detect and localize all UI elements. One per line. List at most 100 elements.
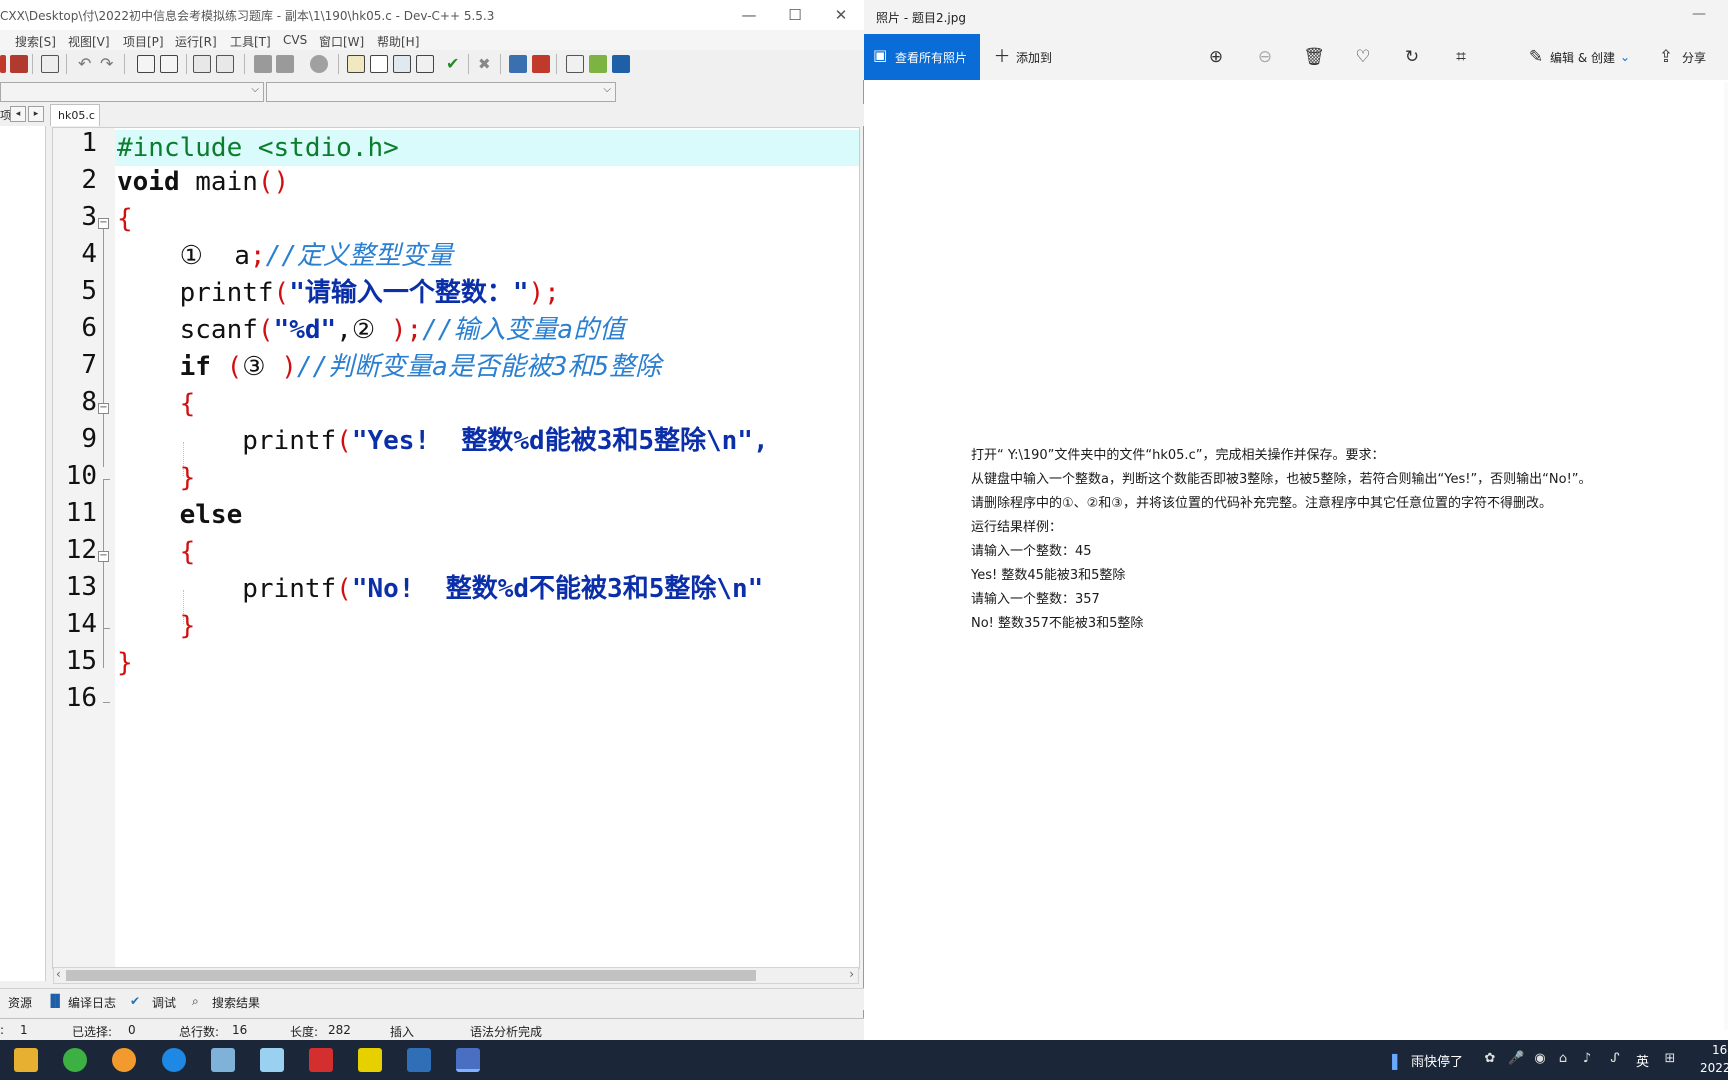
clean-icon[interactable]: ✖: [478, 55, 496, 73]
member-combo[interactable]: ⌵: [266, 82, 616, 102]
find-icon[interactable]: [137, 55, 155, 73]
network-icon[interactable]: ⌂: [1556, 1052, 1570, 1066]
tab-compile-log[interactable]: 编译日志: [68, 994, 116, 1011]
chart-icon[interactable]: [509, 55, 527, 73]
menu-search[interactable]: 搜索[S]: [15, 33, 56, 50]
profile-icon[interactable]: [532, 55, 550, 73]
code-editor[interactable]: 1 2 3 4 5 6 7 8 9 10 11 12 13 14 15 16 −…: [52, 127, 860, 969]
zoom-in-icon[interactable]: ⊕: [1204, 45, 1228, 69]
heart-icon[interactable]: ♡: [1351, 45, 1375, 69]
layout-icon[interactable]: [347, 55, 365, 73]
grid-icon[interactable]: [416, 55, 434, 73]
print-icon[interactable]: [41, 55, 59, 73]
menu-window[interactable]: 窗口[W]: [319, 33, 364, 50]
unindent-icon[interactable]: [254, 55, 272, 73]
flower-icon[interactable]: ✿: [1483, 1052, 1497, 1066]
menu-help[interactable]: 帮助[H]: [377, 33, 419, 50]
menu-view[interactable]: 视图[V]: [68, 33, 110, 50]
horizontal-scrollbar[interactable]: ‹ ›: [53, 967, 859, 984]
scroll-left-icon[interactable]: ‹: [56, 967, 61, 981]
toolbar-separator: [66, 54, 67, 74]
view-all-photos-button[interactable]: ▣ 查看所有照片: [864, 34, 980, 80]
weather-text[interactable]: 雨快停了: [1411, 1051, 1463, 1070]
brace-close: }: [179, 611, 196, 641]
toggle-comment-icon[interactable]: [310, 55, 328, 73]
maximize-button[interactable]: ☐: [772, 0, 818, 30]
tools-icon[interactable]: [211, 1048, 235, 1072]
plus-icon[interactable]: ＋: [990, 45, 1014, 69]
scanf-call: scanf: [179, 315, 258, 345]
status-parse-state: 语法分析完成: [470, 1025, 543, 1039]
crop-icon[interactable]: ⌗: [1449, 45, 1473, 69]
notepad-icon[interactable]: [260, 1048, 284, 1072]
pdf-icon[interactable]: [309, 1048, 333, 1072]
bookmark-icon[interactable]: [216, 55, 234, 73]
minimize-button[interactable]: —: [726, 0, 772, 30]
tab-scroll-right-button[interactable]: ▸: [28, 106, 44, 122]
close-file-icon[interactable]: [10, 55, 28, 73]
share-icon[interactable]: ⇪: [1654, 45, 1678, 69]
fold-toggle-icon[interactable]: −: [98, 551, 109, 562]
menu-tools[interactable]: 工具[T]: [230, 33, 271, 50]
close-paren-semicolon: );: [528, 278, 560, 308]
replace-icon[interactable]: [160, 55, 178, 73]
photos-window: 照片 - 题目2.jpg — ▣ 查看所有照片 ＋ 添加到 ⊕ ⊖ 🗑 ♡ ↻ …: [864, 0, 1728, 1032]
delete-icon[interactable]: 🗑: [1302, 45, 1326, 69]
menu-run[interactable]: 运行[R]: [175, 33, 217, 50]
undo-icon[interactable]: ↶: [78, 55, 96, 73]
close-button[interactable]: ✕: [818, 0, 864, 30]
chevron-down-icon[interactable]: ⌄: [1618, 45, 1632, 69]
redo-icon[interactable]: ↷: [100, 55, 118, 73]
edit-create-button[interactable]: 编辑 & 创建: [1550, 49, 1615, 66]
scrollbar-thumb[interactable]: [66, 970, 756, 981]
class-combo[interactable]: ⌵: [0, 82, 264, 102]
tab-hk05[interactable]: hk05.c: [50, 104, 100, 126]
add-to-button[interactable]: 添加到: [1016, 49, 1052, 66]
tab-resources[interactable]: 资源: [8, 994, 32, 1011]
tab-debug[interactable]: 调试: [152, 994, 176, 1011]
line-number: 6: [81, 313, 97, 343]
pycharm-icon[interactable]: [358, 1048, 382, 1072]
tab-search-results[interactable]: 搜索结果: [212, 994, 260, 1011]
app-orange-icon[interactable]: [112, 1048, 136, 1072]
new-file-icon[interactable]: [0, 55, 6, 73]
fold-toggle-icon[interactable]: −: [98, 218, 109, 229]
keyboard-icon[interactable]: ⊞: [1663, 1052, 1677, 1066]
fold-toggle-icon[interactable]: −: [98, 403, 109, 414]
indent-icon[interactable]: [276, 55, 294, 73]
chrome-icon[interactable]: [63, 1048, 87, 1072]
tab-scroll-left-button[interactable]: ◂: [10, 106, 26, 122]
check-syntax-icon[interactable]: ✔: [446, 55, 464, 73]
rotate-icon[interactable]: ↻: [1400, 45, 1424, 69]
minimize-button[interactable]: —: [1692, 6, 1706, 22]
blank-marker-3: ③: [242, 352, 282, 382]
app-tray-icon[interactable]: ◉: [1533, 1052, 1547, 1066]
weather-icon[interactable]: ❚: [1388, 1051, 1401, 1070]
photos-app-icon[interactable]: [407, 1048, 431, 1072]
volume-icon[interactable]: ♪: [1580, 1052, 1594, 1066]
tile-icon[interactable]: [393, 55, 411, 73]
edge-icon[interactable]: [162, 1048, 186, 1072]
run-icon[interactable]: [589, 55, 607, 73]
clock-time[interactable]: 16: [1712, 1043, 1727, 1057]
edit-create-icon[interactable]: ✎: [1524, 45, 1548, 69]
bottom-panel-tabs: 资源 ▐▌ 编译日志 ✔ 调试 ⌕ 搜索结果: [0, 988, 864, 1010]
clock-date[interactable]: 2022: [1700, 1061, 1728, 1075]
compile-run-icon[interactable]: [612, 55, 630, 73]
line-number: 9: [81, 424, 97, 454]
menu-cvs[interactable]: CVS: [283, 33, 307, 47]
share-button[interactable]: 分享: [1682, 49, 1706, 66]
menu-project[interactable]: 项目[P]: [123, 33, 164, 50]
zoom-out-icon[interactable]: ⊖: [1253, 45, 1277, 69]
line-number: 10: [65, 461, 97, 491]
input-method[interactable]: 英: [1636, 1051, 1649, 1070]
pen-icon[interactable]: ᔑ: [1608, 1052, 1622, 1066]
doc-line: 请删除程序中的①、②和③，并将该位置的代码补充完整。注意程序中其它任意位置的字符…: [971, 496, 1552, 511]
compile-icon[interactable]: [566, 55, 584, 73]
scroll-right-icon[interactable]: ›: [849, 967, 854, 981]
goto-line-icon[interactable]: [193, 55, 211, 73]
microphone-icon[interactable]: 🎤: [1508, 1052, 1524, 1066]
devcpp-app-icon[interactable]: [456, 1048, 480, 1072]
window-icon[interactable]: [370, 55, 388, 73]
file-explorer-icon[interactable]: [14, 1048, 38, 1072]
